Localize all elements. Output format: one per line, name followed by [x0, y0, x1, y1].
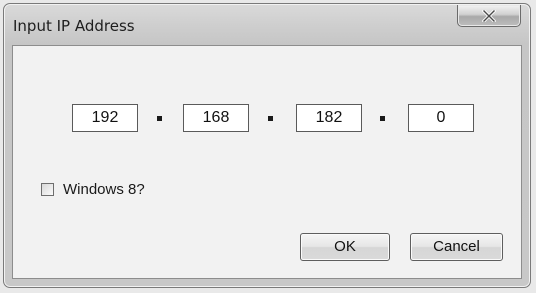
ip-octet-3-input[interactable]: 182	[296, 104, 362, 132]
close-icon	[458, 5, 520, 26]
windows8-checkbox[interactable]	[41, 182, 54, 196]
ip-octet-1-input[interactable]: 192	[72, 104, 138, 132]
dialog-body: 192 168 182 0 Windows 8? OK Cancel	[12, 45, 522, 279]
dialog-title: Input IP Address	[13, 17, 135, 35]
close-button[interactable]	[457, 5, 521, 27]
cancel-button[interactable]: Cancel	[410, 233, 503, 261]
windows8-label[interactable]: Windows 8?	[63, 181, 145, 198]
ok-button[interactable]: OK	[300, 233, 390, 261]
ip-separator-dot	[157, 116, 162, 121]
ip-separator-dot	[380, 116, 385, 121]
windows8-option[interactable]: Windows 8?	[41, 180, 145, 198]
input-ip-dialog: Input IP Address 192 168 182 0 Windows 8…	[3, 3, 531, 288]
ip-separator-dot	[268, 116, 273, 121]
title-bar[interactable]: Input IP Address	[4, 4, 530, 44]
ip-octet-2-input[interactable]: 168	[183, 104, 249, 132]
ip-octet-4-input[interactable]: 0	[408, 104, 474, 132]
